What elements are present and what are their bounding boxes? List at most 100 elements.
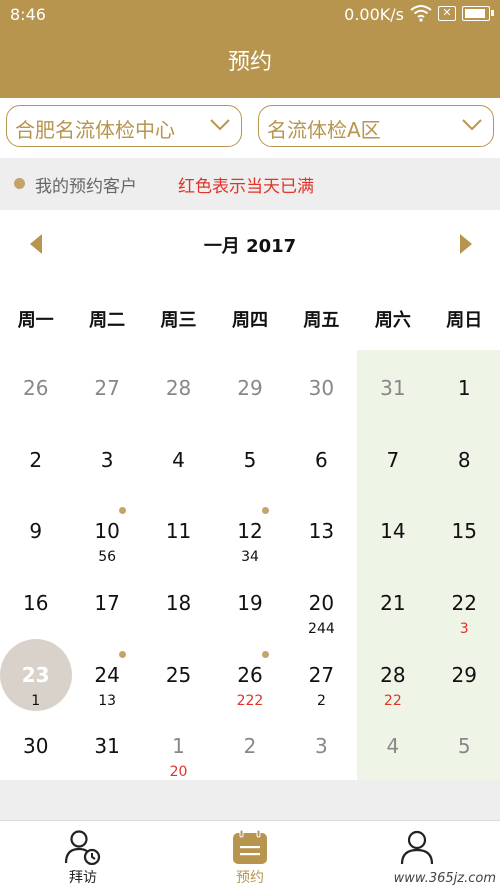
calendar-day[interactable]: 3 (286, 708, 357, 780)
calendar-day[interactable]: 8 (429, 422, 500, 494)
calendar-day[interactable]: 5 (214, 422, 285, 494)
calendar-day[interactable]: 27 2 (286, 637, 357, 709)
center-select-value: 合肥名流体检中心 (15, 118, 175, 142)
day-number: 26 (22, 376, 49, 400)
calendar-day[interactable]: 2 (0, 422, 71, 494)
calendar-day[interactable]: 31 (357, 350, 428, 422)
area-select-value: 名流体检A区 (267, 118, 381, 142)
calendar-day[interactable]: 17 (71, 565, 142, 637)
day-number: 2 (29, 447, 43, 472)
day-number: 4 (172, 447, 185, 472)
calendar-day[interactable]: 21 (357, 565, 428, 637)
filter-bar: 合肥名流体检中心 名流体检A区 (0, 98, 500, 158)
calendar-day[interactable]: 4 (357, 708, 428, 780)
calendar-day[interactable]: 4 (143, 422, 214, 494)
day-number: 22 (451, 591, 477, 615)
day-number: 25 (165, 662, 192, 687)
tab-appointment[interactable]: 预约 (167, 821, 333, 888)
calendar-day[interactable]: 29 (214, 350, 285, 422)
my-customer-dot-icon (119, 650, 127, 658)
calendar-day[interactable]: 7 (357, 422, 428, 494)
day-number: 21 (380, 591, 406, 615)
calendar-day[interactable]: 11 (143, 493, 214, 565)
calendar-day[interactable]: 2 (214, 708, 285, 780)
calendar-day[interactable]: 10 56 (71, 493, 142, 565)
calendar-day[interactable]: 14 (357, 493, 428, 565)
calendar-day[interactable]: 3 (71, 422, 142, 494)
calendar-day[interactable]: 12 34 (214, 493, 285, 565)
booking-count: 56 (98, 549, 117, 566)
day-number: 30 (308, 376, 335, 400)
weekday-label: 周三 (160, 310, 197, 331)
day-number: 29 (451, 662, 477, 687)
day-number: 2 (243, 734, 257, 759)
calendar-day[interactable]: 1 20 (143, 708, 214, 780)
calendar-day[interactable]: 29 (429, 637, 500, 709)
calendar-day[interactable]: 25 (143, 637, 214, 709)
weekday-label: 周日 (446, 310, 483, 331)
day-number: 29 (237, 376, 263, 400)
day-number: 31 (380, 376, 406, 400)
weekday-label: 周二 (89, 310, 126, 331)
day-number: 31 (94, 734, 120, 759)
legend-full-day: 红色表示当天已满 (178, 177, 314, 197)
day-number: 13 (308, 519, 335, 544)
calendar-day[interactable]: 20 244 (286, 565, 357, 637)
booking-count: 244 (308, 621, 335, 637)
area-select[interactable]: 名流体检A区 (258, 105, 494, 147)
calendar-day[interactable]: 18 (143, 565, 214, 637)
calendar-day[interactable]: 27 (71, 350, 142, 422)
tab-visit[interactable]: 拜访 (0, 821, 166, 888)
page-title: 预约 (227, 50, 272, 75)
day-number: 3 (315, 734, 328, 759)
my-customer-dot-icon (14, 178, 25, 189)
calendar-day[interactable]: 28 (143, 350, 214, 422)
day-number: 1 (457, 376, 471, 400)
wifi-icon (410, 5, 432, 22)
day-number: 9 (29, 519, 43, 544)
month-title: 一月 2017 (203, 236, 297, 257)
visit-person-clock-icon (64, 830, 101, 865)
day-number: 23 (21, 662, 50, 687)
chevron-down-icon (462, 119, 482, 131)
chevron-down-icon (210, 119, 230, 131)
calendar-day[interactable]: 30 (0, 708, 71, 780)
calendar-day[interactable]: 31 (71, 708, 142, 780)
day-number: 24 (94, 662, 120, 687)
calendar-day-today[interactable]: 23 1 (0, 637, 72, 711)
day-number: 6 (315, 447, 328, 472)
no-sim-icon: ✕ (438, 6, 456, 21)
next-month-arrow-icon[interactable] (460, 234, 472, 254)
calendar-day[interactable]: 30 (286, 350, 357, 422)
day-number: 20 (308, 591, 335, 615)
my-customer-dot-icon (262, 650, 270, 658)
day-number: 26 (237, 662, 263, 687)
center-select[interactable]: 合肥名流体检中心 (6, 105, 242, 147)
calendar-day[interactable]: 9 (0, 493, 71, 565)
calendar-day[interactable]: 24 13 (71, 637, 142, 709)
weekday-label: 周四 (231, 310, 268, 331)
day-number: 8 (457, 447, 471, 472)
calendar-icon (233, 829, 267, 864)
calendar-day[interactable]: 26 (0, 350, 71, 422)
title-bar: 预约 (0, 28, 500, 98)
calendar-day[interactable]: 28 22 (357, 637, 428, 709)
calendar-day[interactable]: 5 (429, 708, 500, 780)
calendar-day[interactable]: 16 (0, 565, 71, 637)
booking-count: 2 (316, 692, 326, 709)
calendar-day[interactable]: 15 (429, 493, 500, 565)
calendar-day[interactable]: 13 (286, 493, 357, 565)
day-number: 5 (457, 734, 471, 759)
calendar-day[interactable]: 26 222 (214, 637, 285, 709)
my-customer-dot-icon (262, 507, 270, 515)
calendar-day[interactable]: 22 3 (429, 565, 500, 637)
booking-count-full: 20 (169, 764, 188, 781)
calendar-day[interactable]: 6 (286, 422, 357, 494)
calendar-day[interactable]: 1 (429, 350, 500, 422)
booking-count-full: 22 (383, 692, 402, 709)
calendar-day[interactable]: 19 (214, 565, 285, 637)
booking-count: 1 (31, 692, 41, 709)
day-number: 28 (380, 662, 406, 687)
day-number: 4 (386, 734, 400, 759)
booking-count: 13 (98, 692, 117, 709)
